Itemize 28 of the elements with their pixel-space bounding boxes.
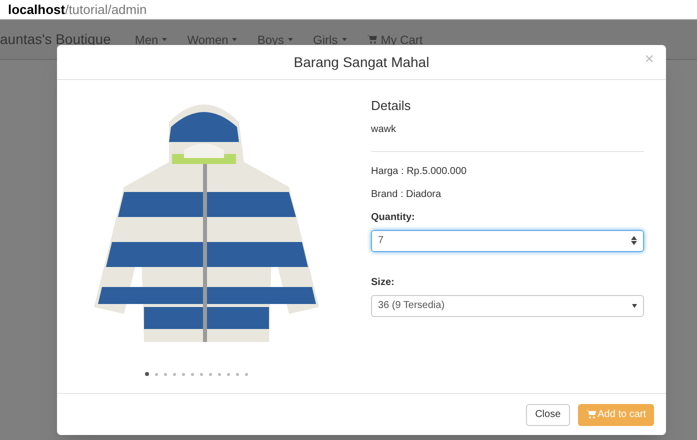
url-text: localhost/tutorial/admin [8,0,147,19]
add-to-cart-button[interactable]: Add to cart [578,404,654,426]
price-text: Harga : Rp.5.000.000 [371,164,468,178]
spinner-icon[interactable] [631,236,637,245]
caret-icon [342,38,347,41]
brand-text: Brand : Diadora [371,188,442,202]
nav-dropdown[interactable]: Girls [313,30,347,48]
close-button[interactable]: × [644,52,654,68]
modal-title: Barang Sangat Mahal [294,52,430,72]
nav-dropdown[interactable]: Women [187,30,238,48]
close-button[interactable]: Close [526,404,570,426]
quantity-value: 7 [378,234,384,248]
size-label: Size: [371,276,396,290]
details-heading: Details [371,97,412,115]
description-text: wawk [371,122,398,136]
nav-dropdown[interactable]: Boys [257,30,294,48]
caret-icon [232,38,238,41]
caret-icon [162,38,168,41]
quantity-field[interactable]: 7 [371,230,644,252]
caret-icon [632,304,637,308]
cart-icon [586,410,596,419]
cart-icon [366,35,377,44]
size-value: 36 (9 Tersedia) [378,299,445,313]
caret-icon [288,38,294,41]
address-bar[interactable]: localhost/tutorial/admin [0,0,697,20]
quantity-label: Quantity: [371,210,416,224]
size-select[interactable]: 36 (9 Tersedia) [371,294,644,316]
nav-dropdown[interactable]: Men [134,30,168,48]
